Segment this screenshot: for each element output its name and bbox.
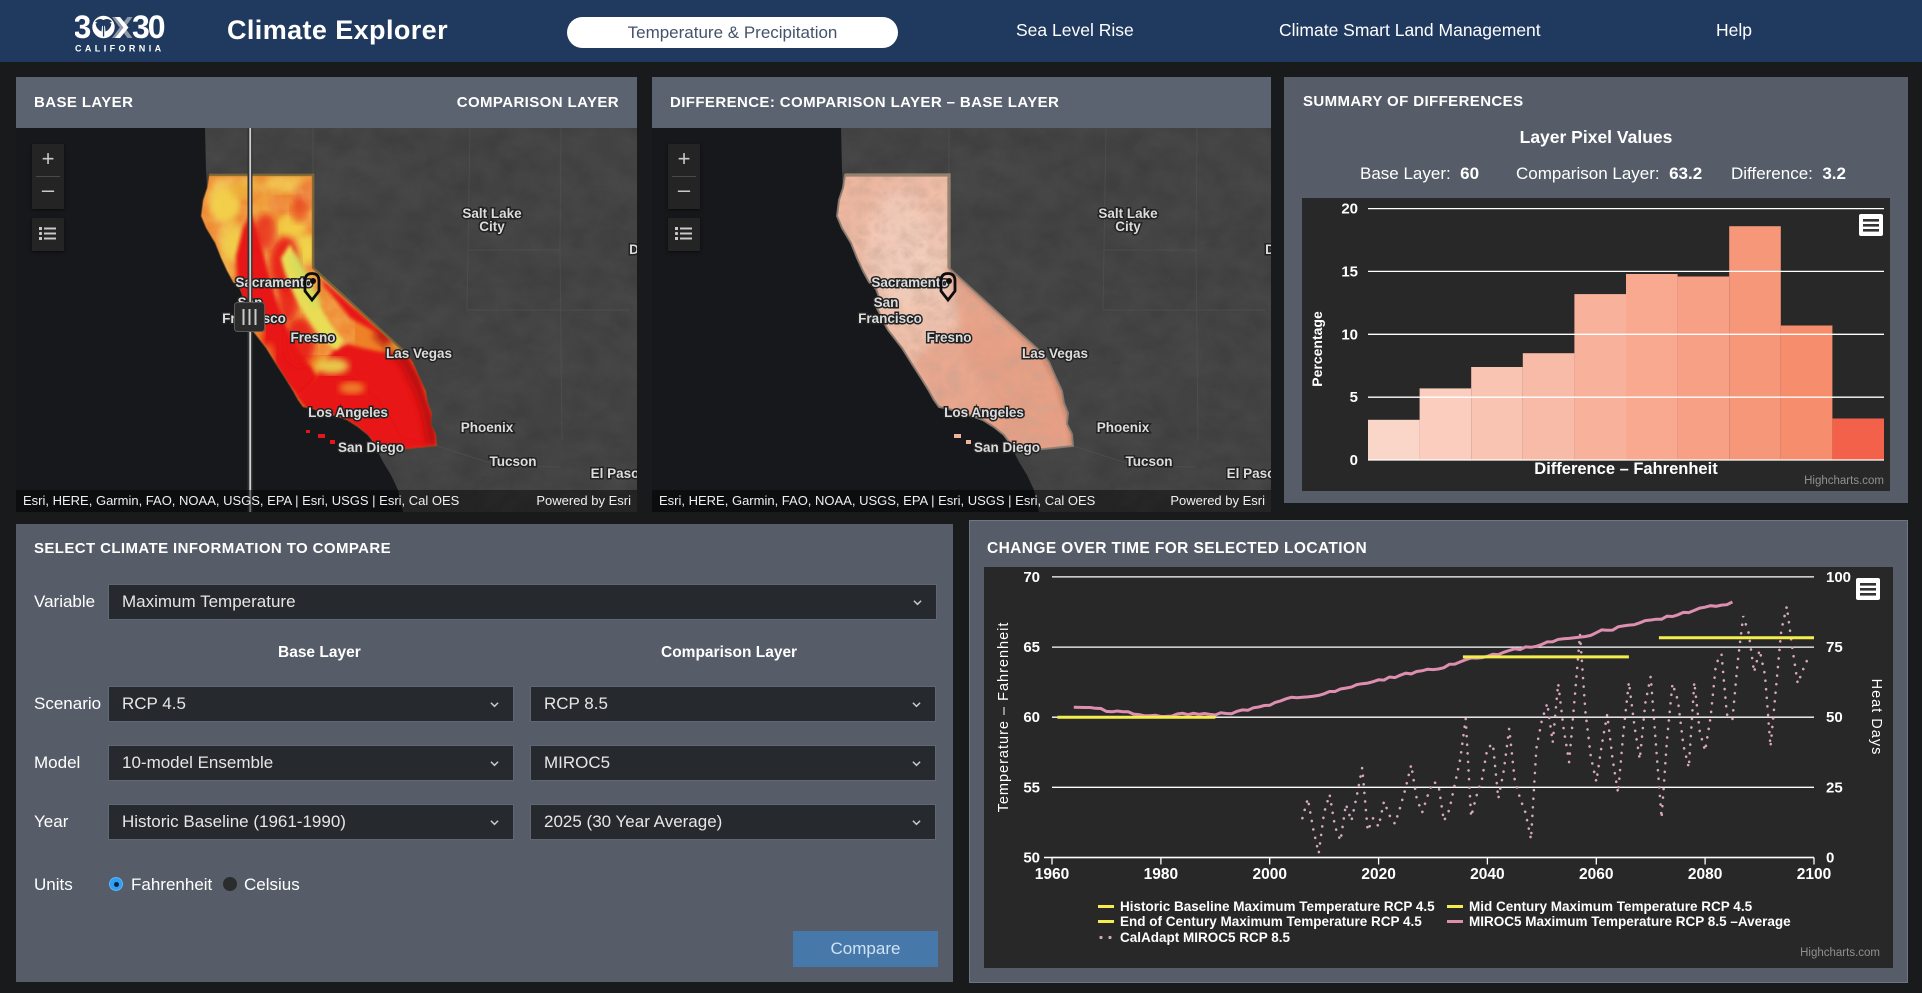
- svg-text:End of Century Maximum Tempera: End of Century Maximum Temperature RCP 4…: [1120, 914, 1422, 929]
- svg-text:Francisco: Francisco: [858, 311, 922, 326]
- svg-text:20: 20: [1341, 201, 1358, 218]
- svg-text:San Diego: San Diego: [338, 440, 404, 455]
- svg-text:55: 55: [1023, 779, 1040, 796]
- svg-text:D: D: [629, 242, 637, 257]
- svg-text:Temperature – Fahrenheit: Temperature – Fahrenheit: [996, 622, 1012, 813]
- svg-text:CalAdapt MIROC5 RCP 8.5: CalAdapt MIROC5 RCP 8.5: [1120, 930, 1291, 945]
- svg-text:2000: 2000: [1252, 866, 1286, 883]
- svg-text:15: 15: [1341, 263, 1358, 280]
- svg-text:Phoenix: Phoenix: [461, 420, 514, 435]
- svg-text:San: San: [874, 295, 899, 310]
- svg-text:0: 0: [1826, 850, 1834, 867]
- svg-text:2100: 2100: [1797, 866, 1831, 883]
- svg-text:2040: 2040: [1470, 866, 1504, 883]
- svg-text:MIROC5 Maximum Temperature RCP: MIROC5 Maximum Temperature RCP 8.5 –Aver…: [1469, 914, 1791, 929]
- svg-text:2060: 2060: [1579, 866, 1613, 883]
- svg-text:50: 50: [1023, 850, 1040, 867]
- svg-text:El Paso: El Paso: [1227, 466, 1271, 481]
- svg-text:25: 25: [1826, 779, 1843, 796]
- svg-text:70: 70: [1023, 569, 1040, 586]
- svg-text:Historic Baseline Maximum Temp: Historic Baseline Maximum Temperature RC…: [1120, 899, 1435, 914]
- svg-text:City: City: [1115, 219, 1141, 234]
- svg-text:Difference – Fahrenheit: Difference – Fahrenheit: [1534, 460, 1718, 478]
- svg-text:3: 3: [75, 10, 91, 45]
- svg-text:Mid Century Maximum Temperatur: Mid Century Maximum Temperature RCP 4.5: [1469, 899, 1753, 914]
- svg-text:65: 65: [1023, 639, 1040, 656]
- svg-text:50: 50: [1826, 709, 1843, 726]
- svg-text:30: 30: [132, 10, 165, 45]
- svg-text:2080: 2080: [1688, 866, 1722, 883]
- svg-text:Sacramento: Sacramento: [871, 275, 948, 290]
- svg-text:Phoenix: Phoenix: [1097, 420, 1150, 435]
- svg-text:1980: 1980: [1144, 866, 1178, 883]
- svg-text:San Diego: San Diego: [974, 440, 1040, 455]
- svg-text:75: 75: [1826, 639, 1843, 656]
- svg-text:CALIFORNIA: CALIFORNIA: [75, 44, 165, 54]
- svg-text:Tucson: Tucson: [1126, 454, 1173, 469]
- svg-text:Las Vegas: Las Vegas: [1022, 346, 1088, 361]
- svg-text:Los Angeles: Los Angeles: [308, 405, 388, 420]
- svg-text:City: City: [479, 219, 505, 234]
- svg-text:Las Vegas: Las Vegas: [386, 346, 452, 361]
- svg-text:1960: 1960: [1035, 866, 1069, 883]
- svg-text:Fresno: Fresno: [290, 330, 335, 345]
- svg-text:El Paso: El Paso: [591, 466, 637, 481]
- svg-text:0: 0: [1350, 452, 1358, 469]
- svg-text:Los Angeles: Los Angeles: [944, 405, 1024, 420]
- svg-text:Sacramento: Sacramento: [235, 275, 312, 290]
- svg-text:2020: 2020: [1361, 866, 1395, 883]
- svg-text:D: D: [1265, 242, 1271, 257]
- svg-text:60: 60: [1023, 709, 1040, 726]
- svg-text:10: 10: [1341, 326, 1358, 343]
- svg-text:Fresno: Fresno: [926, 330, 971, 345]
- svg-text:100: 100: [1826, 569, 1851, 586]
- svg-text:5: 5: [1350, 389, 1358, 406]
- svg-text:Highcharts.com: Highcharts.com: [1804, 475, 1884, 487]
- svg-text:Tucson: Tucson: [490, 454, 537, 469]
- svg-text:Heat Days: Heat Days: [1868, 679, 1884, 756]
- svg-text:Highcharts.com: Highcharts.com: [1800, 947, 1880, 959]
- svg-text:Percentage: Percentage: [1309, 311, 1325, 387]
